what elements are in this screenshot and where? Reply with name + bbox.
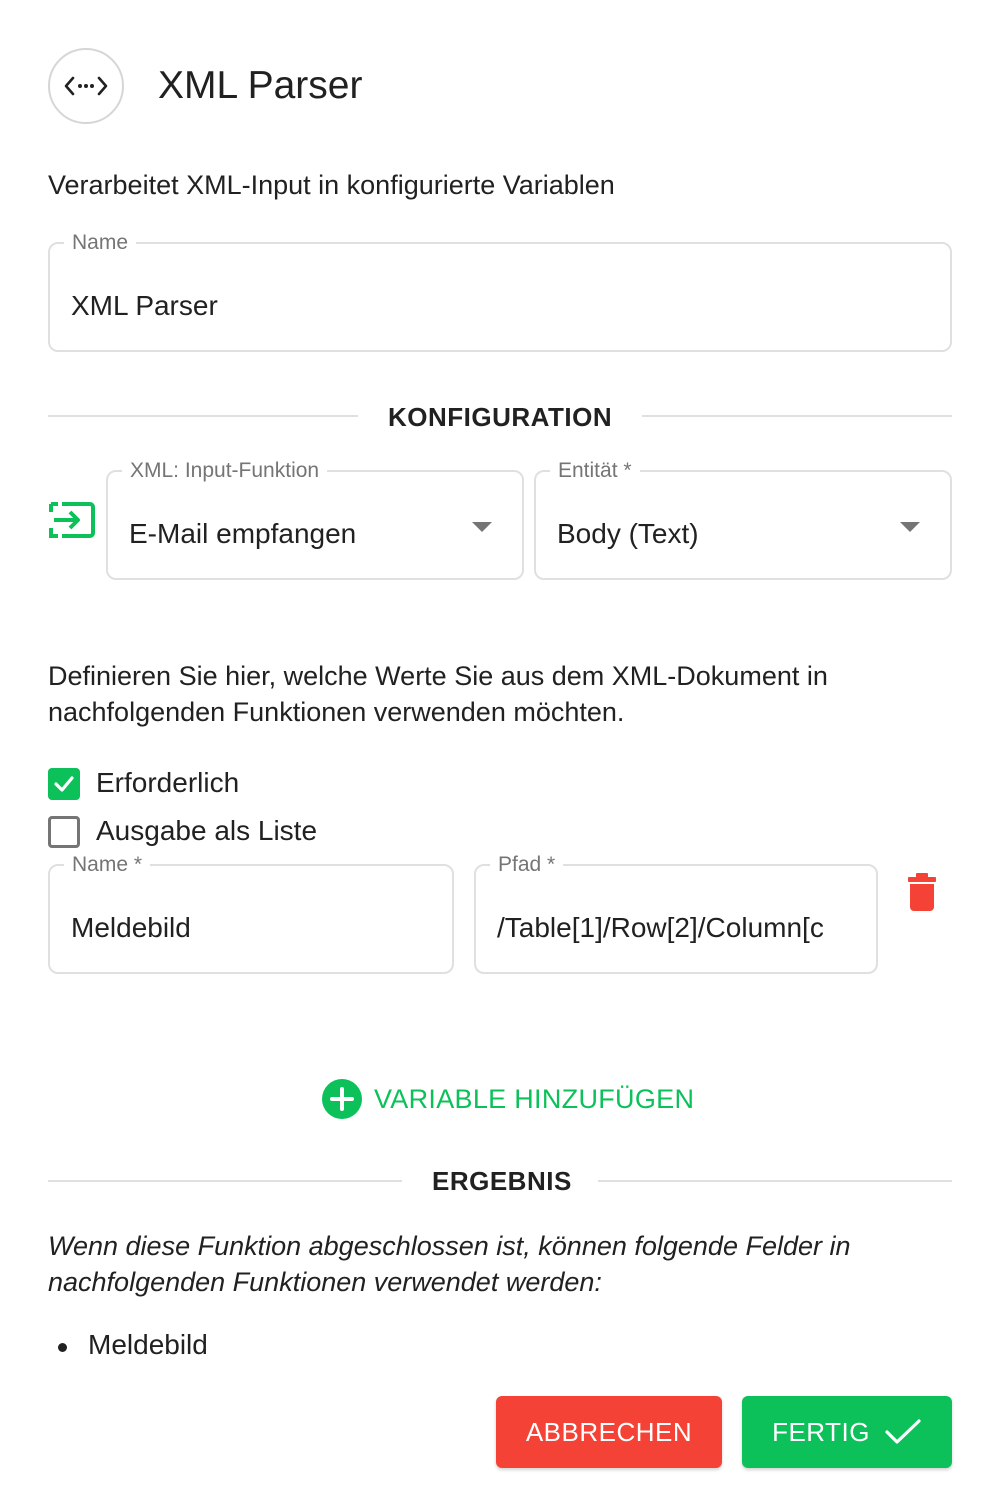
entity-label: Entität * xyxy=(550,458,640,484)
bullet xyxy=(58,1343,67,1352)
chevron-down-icon[interactable] xyxy=(900,522,920,532)
trash-icon[interactable] xyxy=(906,872,938,917)
section-title-konfiguration: KONFIGURATION xyxy=(388,402,613,432)
name-field[interactable]: Name XML Parser xyxy=(48,230,952,352)
output-as-list-label: Ausgabe als Liste xyxy=(96,815,318,846)
variable-name-field[interactable]: Name * Meldebild xyxy=(48,852,454,974)
code-icon xyxy=(48,48,124,124)
entity-value: Body (Text) xyxy=(557,518,699,549)
divider-left xyxy=(48,1180,402,1182)
section-title-ergebnis: ERGEBNIS xyxy=(432,1166,572,1196)
add-variable-label: VARIABLE HINZUFÜGEN xyxy=(374,1083,695,1114)
input-function-select[interactable]: XML: Input-Funktion E-Mail empfangen xyxy=(106,458,524,580)
divider-right xyxy=(598,1180,952,1182)
variable-name-value[interactable]: Meldebild xyxy=(71,912,191,944)
chevron-down-icon[interactable] xyxy=(472,522,492,532)
entity-select[interactable]: Entität * Body (Text) xyxy=(534,458,952,580)
variable-name-label: Name * xyxy=(64,852,151,878)
divider-left xyxy=(48,415,358,417)
output-as-list-checkbox[interactable] xyxy=(48,816,80,848)
divider-right xyxy=(642,415,952,417)
dialog-description: Verarbeitet XML-Input in konfigurierte V… xyxy=(48,170,615,200)
add-circle-icon xyxy=(322,1079,362,1119)
done-button[interactable]: FERTIG xyxy=(742,1396,952,1468)
check-icon xyxy=(885,1419,921,1444)
add-variable-button[interactable]: VARIABLE HINZUFÜGEN xyxy=(322,1079,694,1119)
dialog-title: XML Parser xyxy=(158,64,363,107)
input-function-value: E-Mail empfangen xyxy=(129,518,357,549)
result-description: Wenn diese Funktion abgeschlossen ist, k… xyxy=(48,1231,851,1297)
xml-parser-dialog: XML Parser Verarbeitet XML-Input in konf… xyxy=(0,0,1000,1500)
input-function-label: XML: Input-Funktion xyxy=(122,458,328,484)
cancel-label: ABBRECHEN xyxy=(525,1416,693,1447)
result-item: Meldebild xyxy=(88,1329,208,1360)
input-icon xyxy=(48,500,96,545)
required-checkbox[interactable] xyxy=(48,768,80,800)
check-icon xyxy=(54,776,74,792)
variables-instruction: Definieren Sie hier, welche Werte Sie au… xyxy=(48,661,828,727)
name-field-label: Name xyxy=(64,230,137,256)
variable-path-field[interactable]: Pfad * /Table[1]/Row[2]/Column[c xyxy=(474,852,878,974)
done-label: FERTIG xyxy=(772,1416,870,1447)
variable-path-value[interactable]: /Table[1]/Row[2]/Column[c xyxy=(497,912,861,944)
name-field-value[interactable]: XML Parser xyxy=(71,290,218,322)
variable-path-label: Pfad * xyxy=(490,852,564,878)
required-label: Erforderlich xyxy=(96,767,240,798)
cancel-button[interactable]: ABBRECHEN xyxy=(496,1396,722,1468)
